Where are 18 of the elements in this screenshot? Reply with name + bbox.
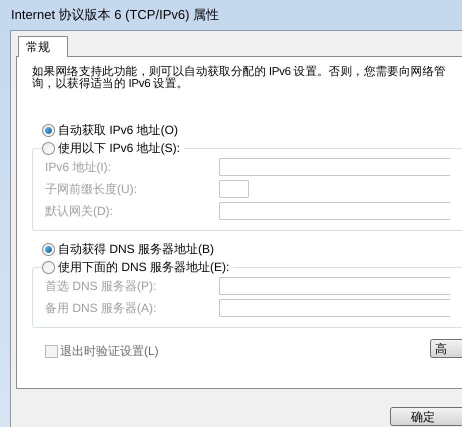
advanced-button[interactable]: 高 [430,338,462,358]
radio-option[interactable]: 自动获取 IPv6 地址(O) [32,122,462,138]
window-title: Internet 协议版本 6 (TCP/IPv6) 属性 [11,6,220,24]
field-label: 子网前缀长度(U): [45,181,138,198]
field-label: IPv6 地址(I): [45,159,112,176]
description-text: 如果网络支持此功能，则可以自动获取分配的 IPv6 设置。否则，您需要向网络管 询，以获得适当的 IPv6 设置。 [32,66,447,90]
radio-option[interactable]: 使用下面的 DNS 服务器地址(E): [42,259,234,275]
ok-button[interactable]: 确定 [390,407,462,426]
radio-option[interactable]: 使用以下 IPv6 地址(S): [42,140,184,156]
field-label: 首选 DNS 服务器(P): [45,278,158,295]
radio-button[interactable] [42,142,55,154]
tab[interactable]: 常规 [18,36,68,57]
radio-button[interactable] [42,124,55,136]
radio-button[interactable] [42,242,55,256]
field-label: 默认网关(D): [45,203,114,220]
radio-button[interactable] [42,260,55,274]
field-label: 备用 DNS 服务器(A): [45,300,158,317]
radio-option[interactable]: 自动获得 DNS 服务器地址(B) [32,241,462,257]
